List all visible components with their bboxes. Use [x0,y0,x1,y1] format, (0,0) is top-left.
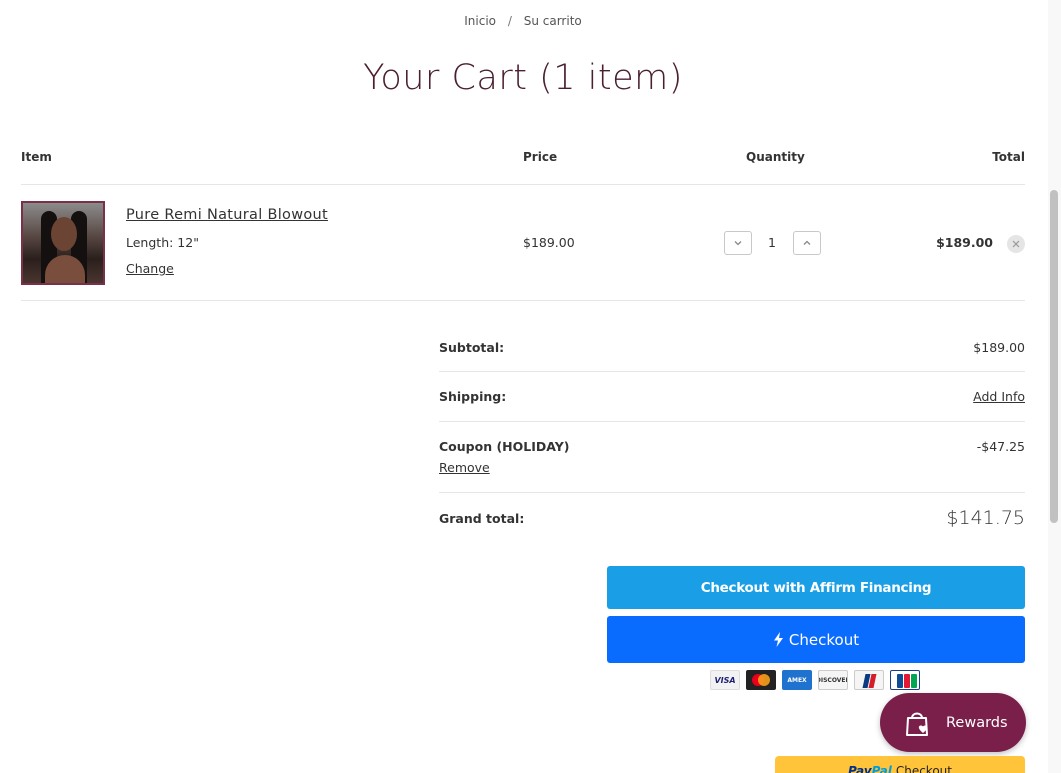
checkout-button[interactable]: Checkout [607,616,1025,663]
bolt-icon [773,632,783,647]
chevron-down-icon [734,241,742,246]
change-variant-link[interactable]: Change [126,261,174,276]
rewards-launcher-button[interactable]: Rewards [880,693,1026,752]
quantity-value[interactable]: 1 [758,235,786,250]
product-thumbnail[interactable] [21,201,105,285]
header-total: Total [992,150,1025,164]
affirm-checkout-label: Checkout with Affirm Financing [700,579,932,596]
rewards-label: Rewards [946,714,1008,731]
cart-summary: Subtotal: $189.00 Shipping: Add Info Cou… [439,330,1025,543]
remove-coupon-link[interactable]: Remove [439,460,490,475]
shopping-bag-heart-icon [906,712,928,736]
mastercard-icon [746,670,776,690]
header-quantity: Quantity [746,150,805,164]
cart-table-header: Item Price Quantity Total [21,150,1025,170]
shipping-label: Shipping: [439,389,507,404]
scrollbar-thumb[interactable] [1050,190,1058,523]
paypal-checkout-button[interactable]: Pay Pal Checkout [775,756,1025,773]
page-scrollbar[interactable] [1048,0,1061,773]
paypal-brand-pal: Pal [871,764,892,773]
add-shipping-info-link[interactable]: Add Info [973,389,1025,404]
amex-icon: AMEX [782,670,812,690]
cart-line-item: Pure Remi Natural Blowout Length: 12" Ch… [21,200,1025,286]
payment-methods: VISA AMEX DISCOVER [710,670,920,690]
header-price: Price [523,150,558,164]
grand-total-value: $141.75 [946,507,1025,529]
paypal-brand-pay: Pay [848,764,872,773]
paypal-checkout-label: Checkout [895,764,952,773]
line-total: $189.00 [936,235,993,250]
breadcrumb-home-link[interactable]: Inicio [464,14,496,28]
divider [21,300,1025,301]
product-title-link[interactable]: Pure Remi Natural Blowout [126,207,328,223]
coupon-row: Coupon (HOLIDAY) Remove -$47.25 [439,422,1025,493]
breadcrumb-separator: / [507,14,512,28]
coupon-label: Coupon (HOLIDAY) [439,439,570,454]
product-variant: Length: 12" [126,235,199,250]
divider [21,184,1025,185]
grand-total-row: Grand total: $141.75 [439,493,1025,543]
shipping-row: Shipping: Add Info [439,372,1025,422]
header-item: Item [21,150,52,164]
affirm-checkout-button[interactable]: Checkout with Affirm Financing [607,566,1025,609]
visa-icon: VISA [710,670,740,690]
subtotal-row: Subtotal: $189.00 [439,330,1025,372]
jcb-icon [890,670,920,690]
grand-total-label: Grand total: [439,511,525,526]
quantity-increase-button[interactable] [793,231,821,255]
remove-item-button[interactable] [1007,235,1025,253]
breadcrumb-current: Su carrito [523,14,582,28]
close-icon [1012,240,1020,248]
page-title: Your Cart (1 item) [363,58,683,98]
coupon-value: -$47.25 [976,439,1025,454]
checkout-label: Checkout [788,630,860,649]
product-price: $189.00 [523,235,575,250]
subtotal-label: Subtotal: [439,340,505,355]
quantity-decrease-button[interactable] [724,231,752,255]
subtotal-value: $189.00 [973,340,1025,355]
discover-icon: DISCOVER [818,670,848,690]
chevron-up-icon [803,240,811,245]
diners-icon [854,670,884,690]
breadcrumb: Inicio / Su carrito [0,14,1046,28]
